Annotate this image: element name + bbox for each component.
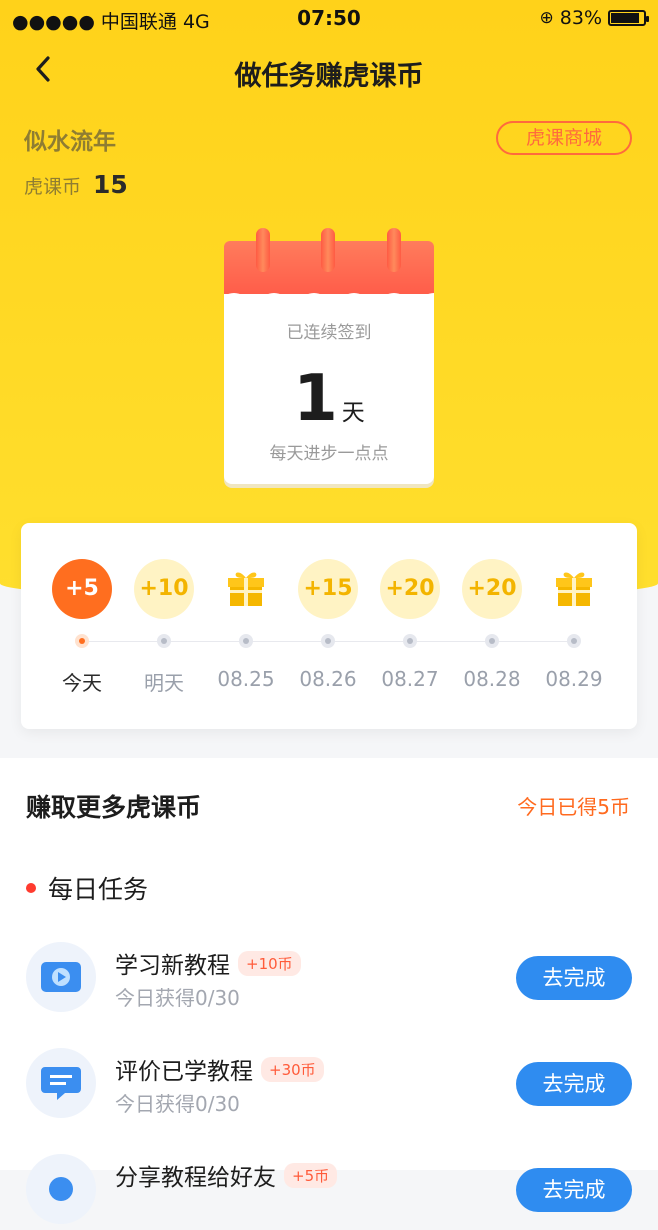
task-reward-badge: +30币	[261, 1056, 324, 1082]
orientation-lock-icon: ⊕	[539, 8, 554, 28]
streak-count: 1天	[224, 362, 434, 436]
progress-dot	[403, 634, 417, 648]
today-earned: 今日已得5币	[517, 795, 630, 819]
day-label: 08.28	[463, 667, 521, 691]
streak-days: 1	[293, 362, 338, 436]
task-title: 分享教程给好友 +5币	[115, 1158, 338, 1192]
daily-label: 每日任务	[48, 875, 149, 904]
task-reward-badge: +5币	[284, 1162, 338, 1188]
day-label: 08.29	[545, 667, 603, 691]
progress-dot	[321, 634, 335, 648]
progress-dot	[239, 634, 253, 648]
complete-task-button[interactable]: 去完成	[516, 1062, 632, 1106]
share-icon	[26, 1154, 96, 1224]
coin-balance: 虎课币 15	[24, 170, 128, 199]
day-label: 明天	[144, 671, 184, 695]
streak-subtitle: 已连续签到	[286, 323, 372, 343]
task-section: 赚取更多虎课币 今日已得5币 每日任务 学习新教程 +10币今日获得0/30 去完成…	[0, 758, 658, 1224]
reward-bubble: +15	[298, 559, 358, 619]
task-row: 分享教程给好友 +5币 去完成	[26, 1150, 632, 1230]
reward-bubble: +20	[462, 559, 522, 619]
task-title: 评价已学教程 +30币	[115, 1052, 324, 1086]
task-progress: 今日获得0/30	[115, 1092, 240, 1116]
task-name: 学习新教程	[115, 953, 230, 979]
reward-bubble: +10	[134, 559, 194, 619]
task-progress: 今日获得0/30	[115, 986, 240, 1010]
coin-value: 15	[93, 170, 128, 199]
reward-bubble: +20	[380, 559, 440, 619]
status-right: ⊕ 83%	[539, 7, 649, 29]
battery-icon	[608, 10, 649, 26]
gift-icon	[544, 559, 604, 619]
progress-dot	[157, 634, 171, 648]
video-play-icon	[26, 942, 96, 1012]
day-label: 08.25	[217, 667, 275, 691]
battery-percent: 83%	[559, 7, 602, 29]
coin-label: 虎课币	[24, 176, 82, 198]
status-bar: ●●●●● 中国联通 4G 07:50 ⊕ 83%	[0, 0, 658, 36]
section-title: 赚取更多虎课币	[26, 793, 202, 822]
task-reward-badge: +10币	[238, 950, 301, 976]
red-dot-icon	[26, 883, 36, 893]
username: 似水流年	[24, 129, 116, 155]
complete-task-button[interactable]: 去完成	[516, 956, 632, 1000]
signin-card: +5 今天 +10 明天 08.25 +15 08.26 +20 08.27 +20 08.28 08…	[21, 523, 637, 729]
task-row: 学习新教程 +10币今日获得0/30 去完成	[26, 938, 632, 1018]
daily-task-header: 每日任务	[26, 870, 148, 906]
calendar-ring	[387, 228, 401, 272]
day-label: 今天	[62, 671, 102, 695]
page-title: 做任务赚虎课币	[234, 61, 424, 92]
task-row: 评价已学教程 +30币 今日获得0/30 去完成	[26, 1044, 632, 1124]
calendar-ring	[256, 228, 270, 272]
task-title: 学习新教程 +10币	[115, 946, 301, 980]
progress-dot	[567, 634, 581, 648]
progress-dot	[75, 634, 89, 648]
calendar-ring	[321, 228, 335, 272]
progress-dot	[485, 634, 499, 648]
streak-footer: 每天进步一点点	[269, 444, 389, 464]
reward-bubble: +5	[52, 559, 112, 619]
streak-unit: 天	[341, 400, 365, 426]
day-label: 08.26	[299, 667, 357, 691]
day-label: 08.27	[381, 667, 439, 691]
gift-icon	[216, 559, 276, 619]
torn-edge	[224, 293, 434, 302]
task-name: 评价已学教程	[115, 1059, 253, 1085]
task-name: 分享教程给好友	[115, 1165, 276, 1191]
nav-bar: 做任务赚虎课币	[0, 36, 658, 106]
complete-task-button[interactable]: 去完成	[516, 1168, 632, 1212]
checkin-calendar: 已连续签到 1天 每天进步一点点	[224, 228, 434, 486]
comment-icon	[26, 1048, 96, 1118]
mall-button[interactable]: 虎课商城	[496, 121, 632, 155]
